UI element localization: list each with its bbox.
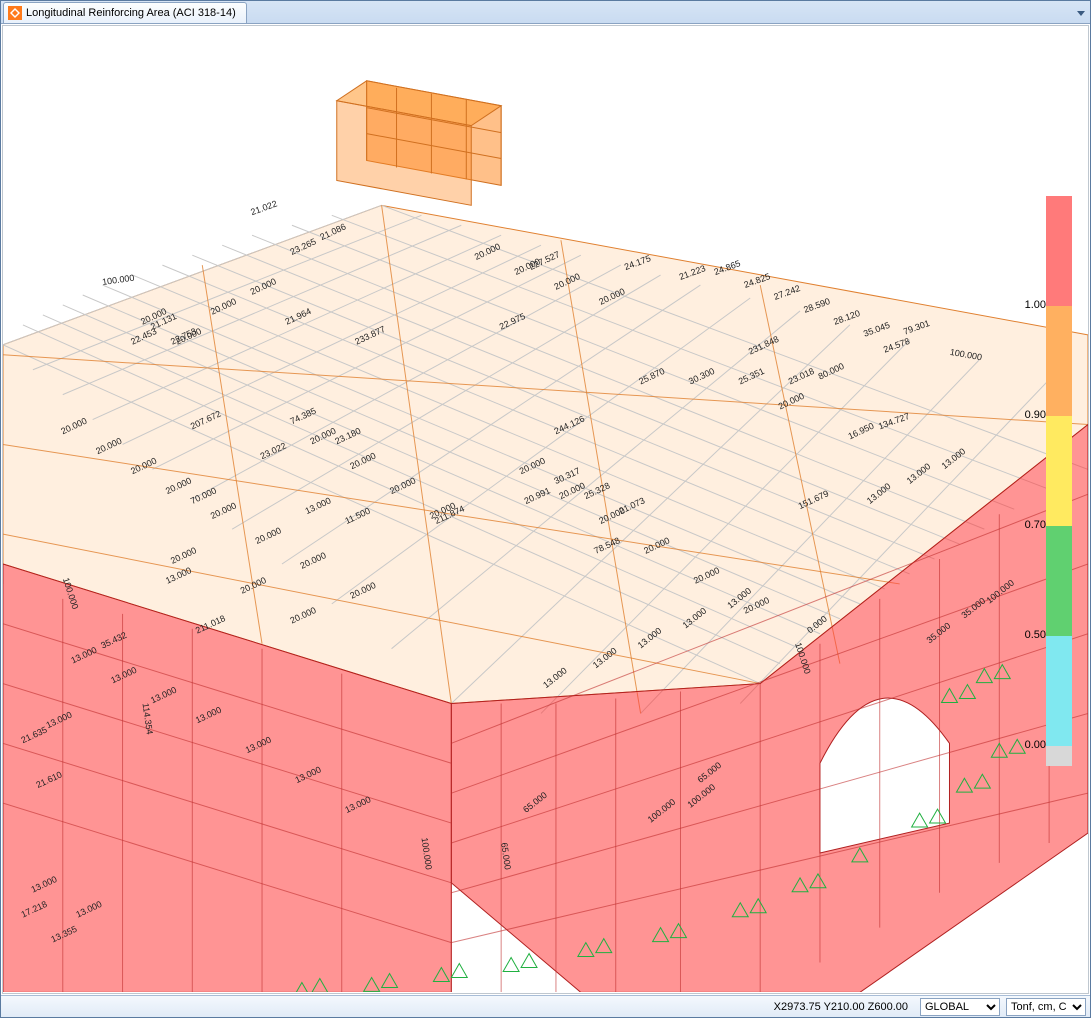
legend-tick: 1.00 <box>1004 299 1046 311</box>
coord-system-select[interactable]: GLOBAL <box>920 998 1000 1016</box>
tab-reinforcing[interactable]: Longitudinal Reinforcing Area (ACI 318-1… <box>3 2 247 23</box>
legend-segment <box>1046 306 1072 416</box>
tab-label: Longitudinal Reinforcing Area (ACI 318-1… <box>26 7 236 19</box>
legend-segment <box>1046 636 1072 746</box>
tab-strip: Longitudinal Reinforcing Area (ACI 318-1… <box>1 1 1090 24</box>
legend-tick: 0.50 <box>1004 629 1046 641</box>
svg-text:21.022: 21.022 <box>249 198 278 217</box>
tab-overflow-button[interactable] <box>1072 3 1090 23</box>
legend-tick: 0.00 <box>1004 739 1046 751</box>
legend-tick: 0.70 <box>1004 519 1046 531</box>
app-window: Longitudinal Reinforcing Area (ACI 318-1… <box>0 0 1091 1018</box>
legend-segment <box>1046 526 1072 636</box>
legend-segment <box>1046 746 1072 766</box>
status-bar: X2973.75 Y210.00 Z600.00 GLOBAL Tonf, cm… <box>1 995 1090 1017</box>
legend-segment <box>1046 196 1072 306</box>
color-legend: 1.000.900.700.500.00 <box>1046 196 1080 766</box>
penthouse-box <box>337 81 501 206</box>
model-viewport[interactable]: 100.000 100.000 100.000 100.000 100.000 … <box>2 25 1089 994</box>
cursor-coordinates: X2973.75 Y210.00 Z600.00 <box>774 1001 908 1013</box>
legend-segment <box>1046 416 1072 526</box>
svg-text:100.000: 100.000 <box>102 273 135 287</box>
unit-select[interactable]: Tonf, cm, C <box>1006 998 1086 1016</box>
app-icon <box>8 6 22 20</box>
legend-tick: 0.90 <box>1004 409 1046 421</box>
